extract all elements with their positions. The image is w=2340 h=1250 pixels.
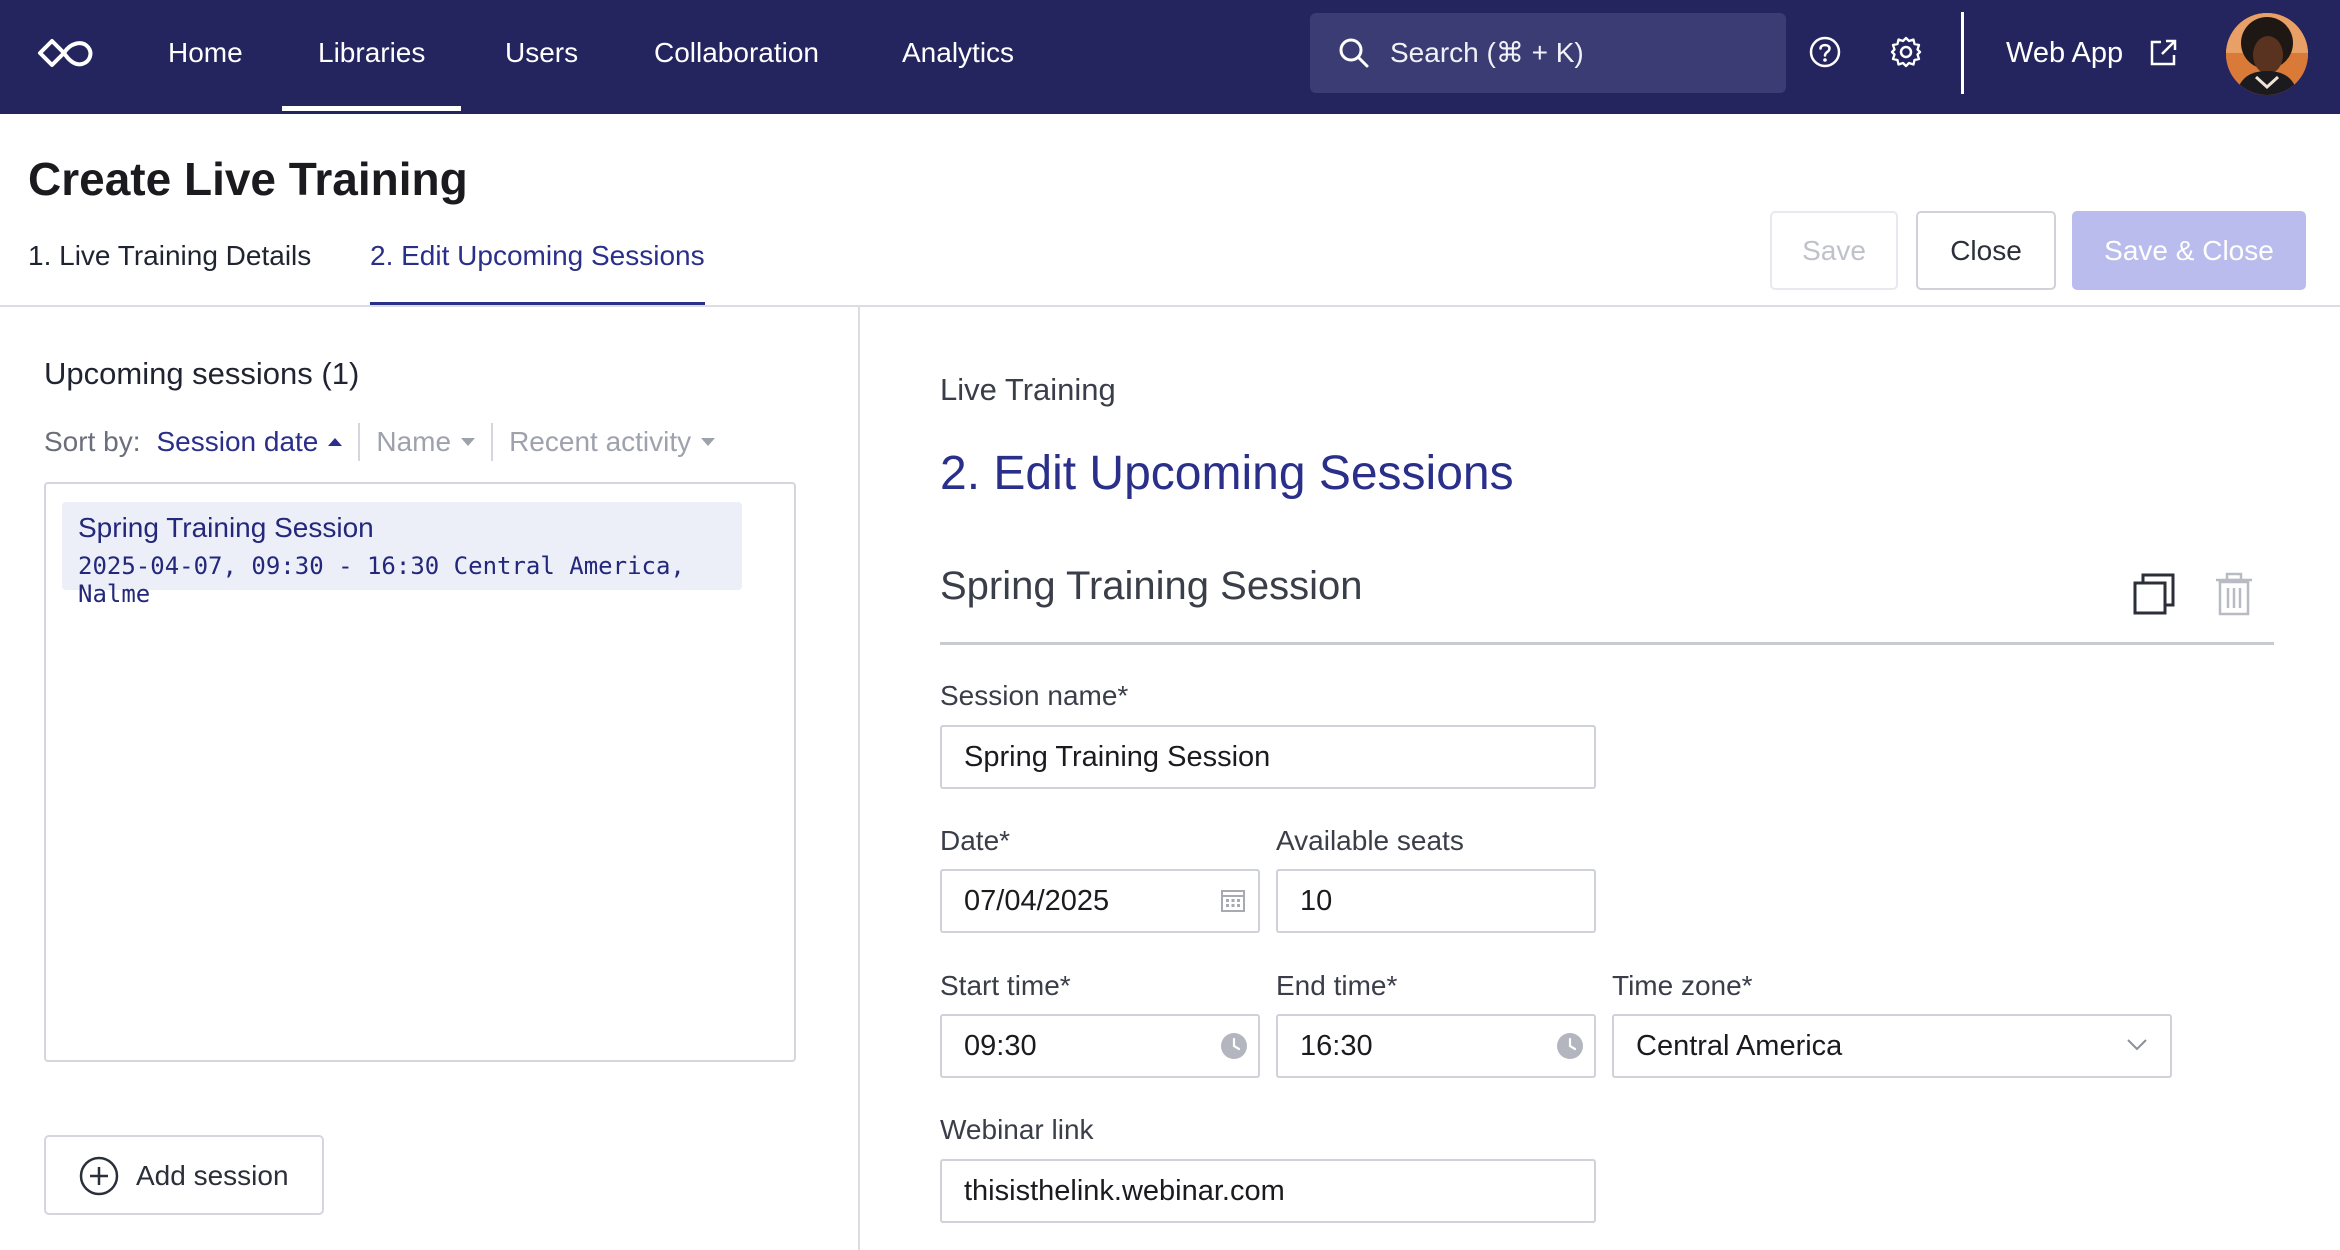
save-and-close-button[interactable]: Save & Close [2072,211,2306,290]
webinar-link-label: Webinar link [940,1114,1094,1145]
infinity-logo-icon[interactable] [30,30,98,76]
avatar[interactable] [2226,13,2308,95]
time-zone-value: Central America [1636,1030,1843,1062]
nav-users[interactable]: Users [505,0,578,114]
top-navigation-bar: Home Libraries Users Collaboration Analy… [0,0,2340,114]
start-time-field[interactable]: 09:30 [940,1014,1260,1078]
sort-session-date[interactable]: Session date [156,426,343,458]
list-item[interactable]: Spring Training Session 2025-04-07, 09:3… [62,502,742,608]
nav-libraries[interactable]: Libraries [281,0,462,114]
nav-divider [1961,12,1964,94]
nav-collaboration[interactable]: Collaboration [654,0,819,114]
chevron-down-icon [2127,1039,2147,1051]
trash-icon[interactable] [2216,572,2252,616]
date-field[interactable]: 07/04/2025 [940,869,1260,933]
calendar-icon[interactable] [1220,887,1246,913]
upcoming-sessions-title: Upcoming sessions (1) [44,356,360,391]
caret-down-icon [701,438,716,446]
save-button[interactable]: Save [1770,211,1898,290]
end-time-label: End time* [1276,970,1398,1001]
sort-divider [358,423,361,461]
header-divider [0,305,2340,307]
help-icon[interactable] [1808,35,1842,69]
session-title-divider [940,642,2274,645]
sort-bar: Sort by: Session date Name Recent activi… [44,422,716,462]
end-time-field[interactable]: 16:30 [1276,1014,1596,1078]
nav-home[interactable]: Home [168,0,243,114]
caret-down-icon [461,438,476,446]
available-seats-value: 10 [1300,885,1333,917]
session-item-name: Spring Training Session [78,512,374,543]
session-name-value: Spring Training Session [964,741,1271,773]
editor-heading: 2. Edit Upcoming Sessions [940,447,1514,500]
search-placeholder: Search (⌘ + K) [1390,37,1584,68]
session-name-label: Session name* [940,680,1129,711]
sort-divider [491,423,494,461]
available-seats-field[interactable]: 10 [1276,869,1596,933]
gear-icon[interactable] [1889,35,1923,69]
session-title: Spring Training Session [940,564,1363,608]
sort-recent-activity-label: Recent activity [509,426,692,457]
plus-circle-icon [79,1156,119,1196]
tab-live-training-details[interactable]: 1. Live Training Details [28,240,311,306]
caret-up-icon [328,438,343,446]
panel-divider [858,307,860,1250]
sort-label: Sort by: [44,426,141,457]
nav-analytics[interactable]: Analytics [902,0,1014,114]
session-name-field[interactable]: Spring Training Session [940,725,1596,789]
clock-icon[interactable] [1556,1032,1584,1060]
close-button[interactable]: Close [1916,211,2056,290]
search-box[interactable]: Search (⌘ + K) [1310,13,1786,93]
start-time-label: Start time* [940,970,1071,1001]
add-session-button[interactable]: Add session [44,1135,324,1215]
section-label: Live Training [940,372,1116,407]
sessions-list: Spring Training Session 2025-04-07, 09:3… [44,482,796,1062]
add-session-label: Add session [136,1160,289,1191]
sort-session-date-label: Session date [156,426,319,457]
external-link-icon[interactable] [2148,38,2178,68]
sort-recent-activity[interactable]: Recent activity [509,426,716,458]
sort-name[interactable]: Name [376,426,476,458]
web-app-link[interactable]: Web App [2006,0,2123,106]
avatar-photo [2226,13,2308,95]
search-icon [1339,38,1369,68]
time-zone-label: Time zone* [1612,970,1753,1001]
date-label: Date* [940,825,1011,856]
sort-name-label: Name [376,426,452,457]
session-item-meta: 2025-04-07, 09:30 - 16:30 Central Americ… [78,552,685,608]
start-time-value: 09:30 [964,1030,1037,1062]
webinar-link-value: thisisthelink.webinar.com [964,1175,1285,1207]
duplicate-icon[interactable] [2132,572,2176,616]
date-value: 07/04/2025 [964,885,1110,917]
time-zone-select[interactable]: Central America [1612,1014,2172,1078]
page-title: Create Live Training [28,153,468,205]
clock-icon[interactable] [1220,1032,1248,1060]
end-time-value: 16:30 [1300,1030,1373,1062]
tab-edit-upcoming-sessions[interactable]: 2. Edit Upcoming Sessions [370,240,705,306]
webinar-link-field[interactable]: thisisthelink.webinar.com [940,1159,1596,1223]
available-seats-label: Available seats [1276,825,1464,856]
